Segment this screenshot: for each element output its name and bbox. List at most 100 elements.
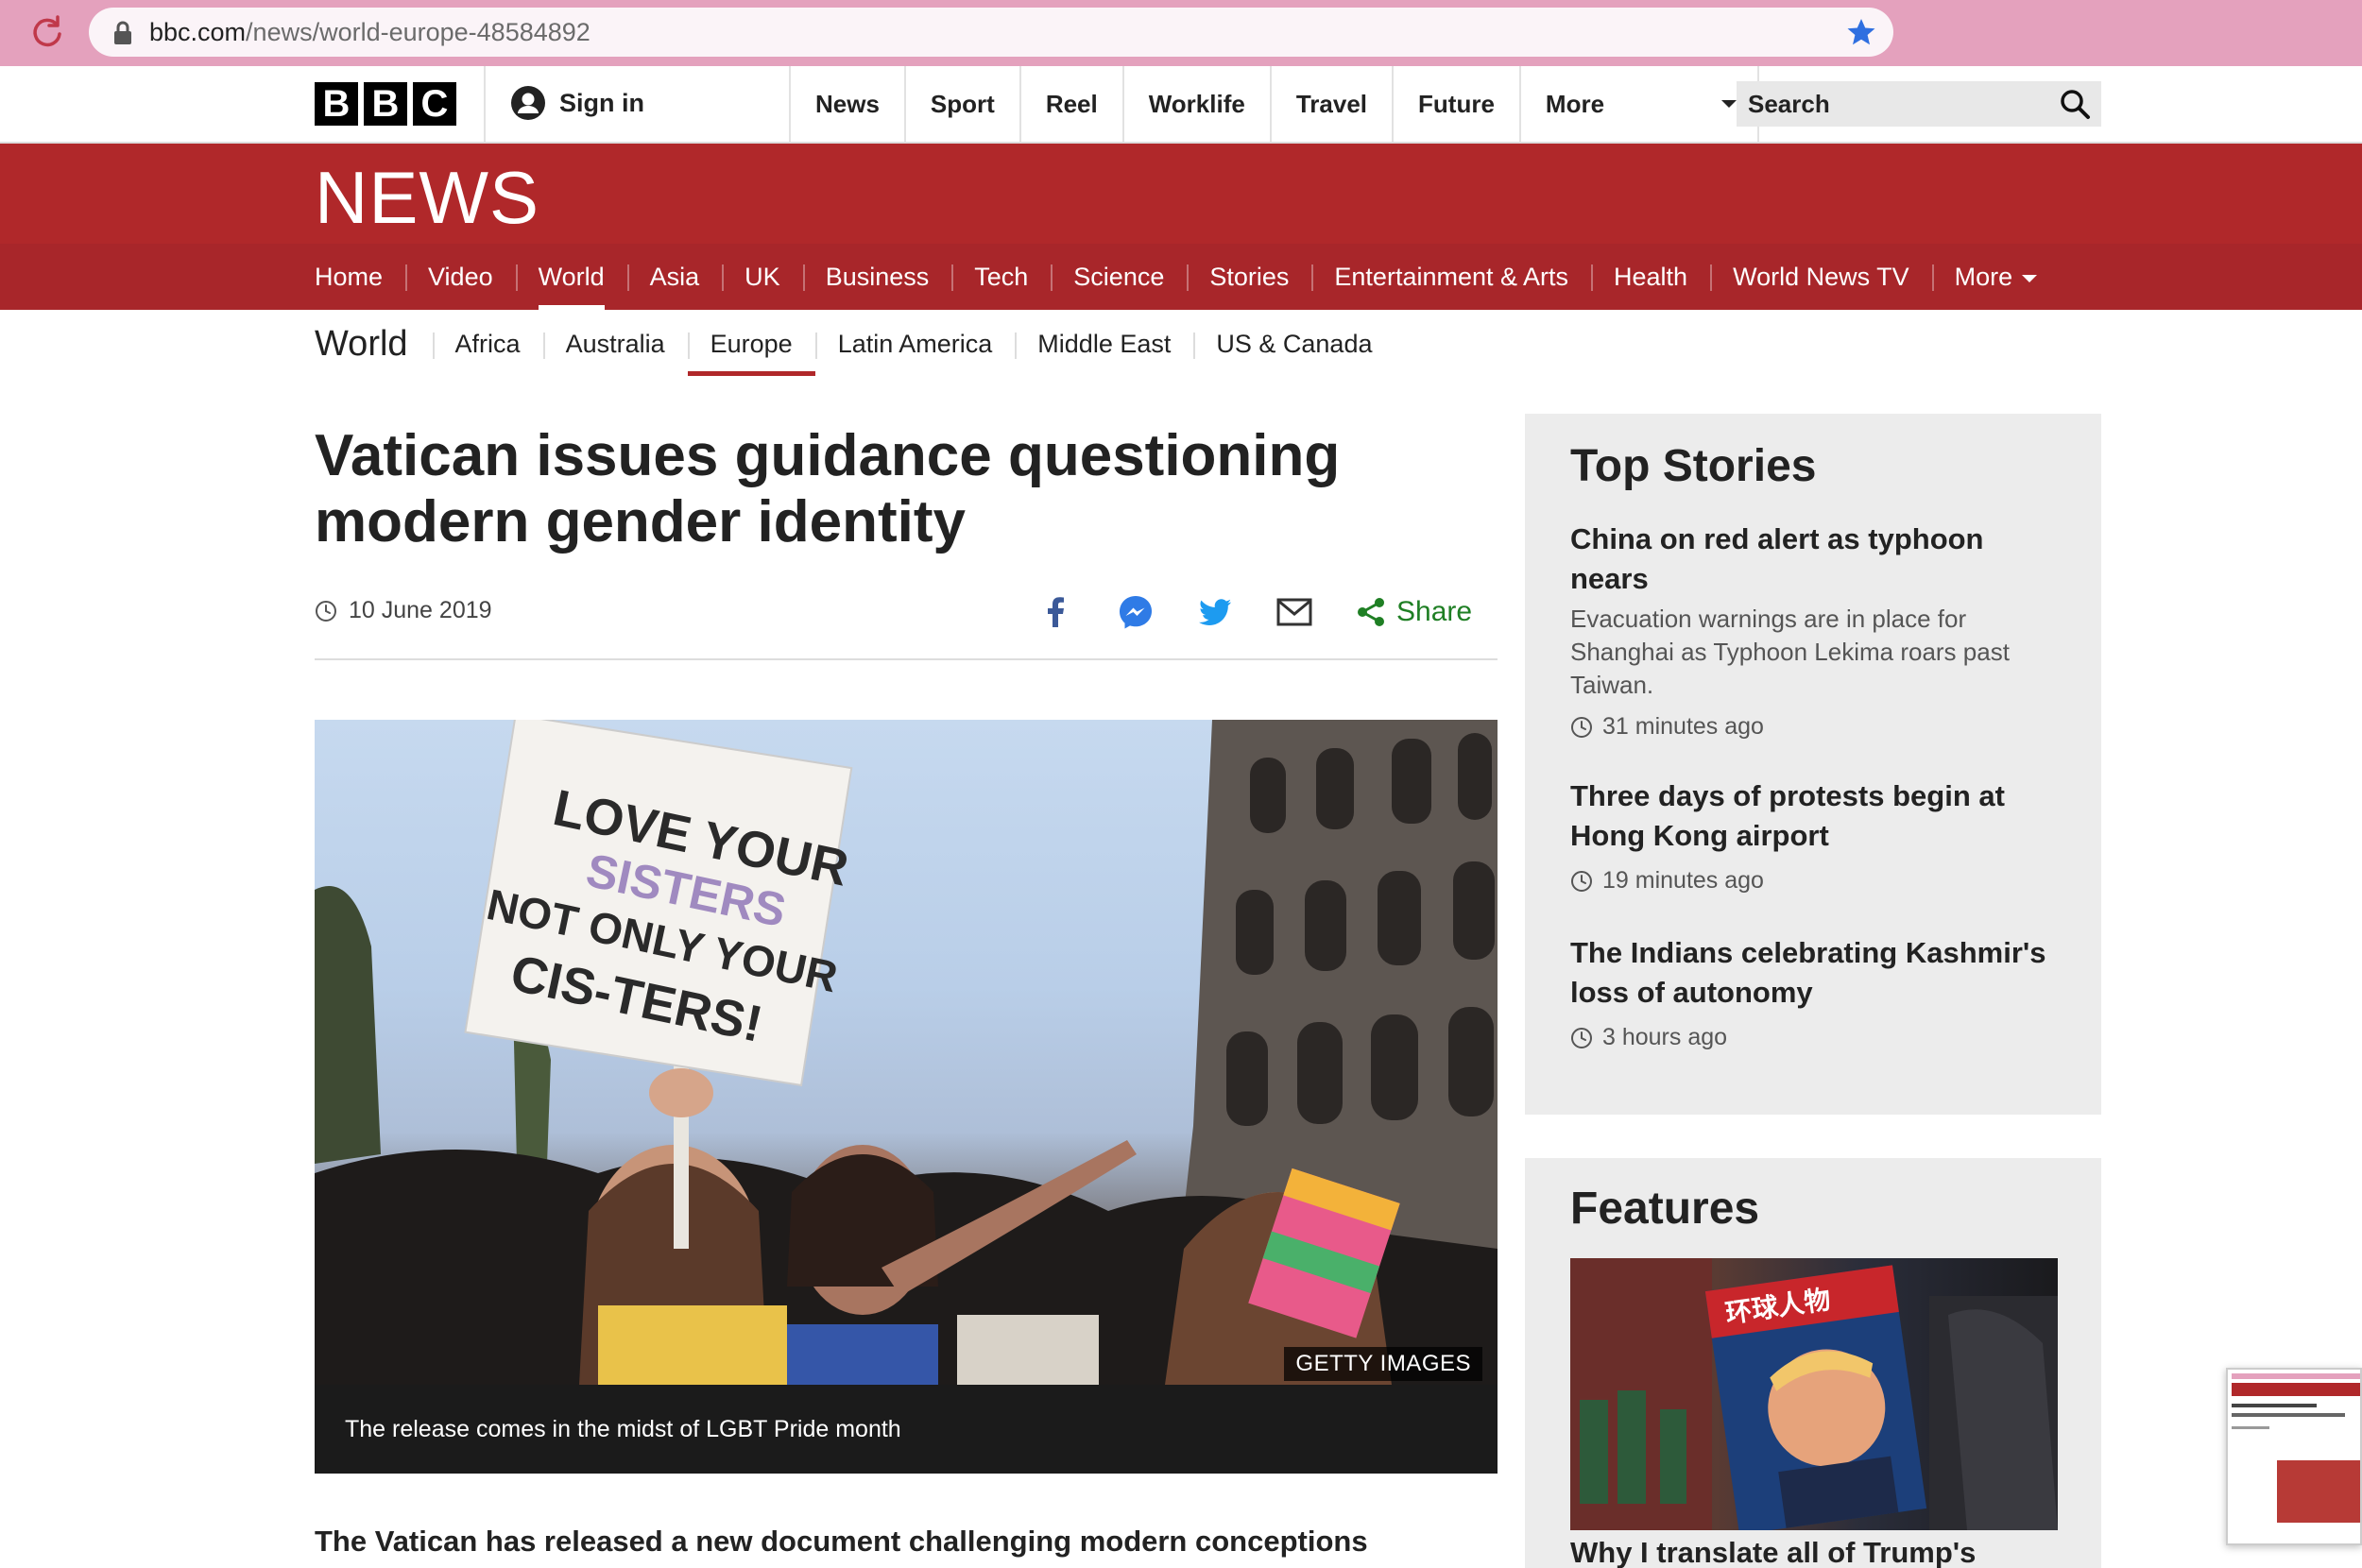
- subnav-us-canada[interactable]: US & Canada: [1193, 310, 1395, 378]
- top-story-time-text: 31 minutes ago: [1602, 713, 1764, 740]
- global-nav-news[interactable]: News: [789, 66, 904, 142]
- news-nav-asia[interactable]: Asia: [626, 244, 723, 310]
- news-nav-tech[interactable]: Tech: [951, 244, 1051, 310]
- article-date: 10 June 2019: [315, 597, 492, 624]
- news-nav-health[interactable]: Health: [1591, 244, 1710, 310]
- global-nav-more[interactable]: More: [1518, 66, 1759, 142]
- article-headline: Vatican issues guidance questioning mode…: [315, 423, 1341, 554]
- clock-icon: [1571, 870, 1592, 892]
- top-story[interactable]: The Indians celebrating Kashmir's loss o…: [1570, 933, 2062, 1051]
- global-nav-list: News Sport Reel Worklife Travel Future M…: [789, 66, 1759, 142]
- top-story[interactable]: Three days of protests begin at Hong Kon…: [1570, 776, 2062, 895]
- news-nav-home[interactable]: Home: [315, 244, 405, 310]
- subnav-middle-east[interactable]: Middle East: [1015, 310, 1193, 378]
- share-icon: [1358, 598, 1384, 626]
- top-story-summary: Evacuation warnings are in place for Sha…: [1570, 605, 2010, 699]
- global-nav-future[interactable]: Future: [1392, 66, 1519, 142]
- thumbnail-line: [2232, 1426, 2269, 1429]
- thumbnail-line: [2232, 1404, 2317, 1407]
- search-input[interactable]: [1737, 81, 2039, 127]
- top-story-time: 31 minutes ago: [1570, 713, 2062, 741]
- news-nav-science[interactable]: Science: [1051, 244, 1187, 310]
- pride-crowd-illustration: LOVE YOUR SISTERS NOT ONLY YOUR CIS-TERS…: [315, 720, 1498, 1385]
- screenshot-thumbnail[interactable]: [2226, 1368, 2362, 1545]
- url-host: bbc.com: [149, 18, 247, 46]
- browser-toolbar: bbc.com/news/world-europe-48584892: [0, 0, 2362, 66]
- bbc-global-nav: B B C Sign in News Sport Reel Worklife T…: [0, 66, 2362, 144]
- sign-in-label: Sign in: [559, 88, 644, 117]
- search-icon[interactable]: [2058, 87, 2092, 121]
- global-nav-worklife[interactable]: Worklife: [1121, 66, 1270, 142]
- bbc-logo-letter: B: [364, 82, 407, 126]
- news-nav-entertainment[interactable]: Entertainment & Arts: [1311, 244, 1591, 310]
- top-story-time: 19 minutes ago: [1570, 867, 2062, 895]
- top-story-title[interactable]: China on red alert as typhoon nears: [1570, 520, 2062, 599]
- section-title[interactable]: World: [315, 324, 433, 365]
- news-nav-stories[interactable]: Stories: [1187, 244, 1311, 310]
- news-logo[interactable]: NEWS: [315, 155, 539, 241]
- article-lead: The Vatican has released a new document …: [315, 1525, 1368, 1558]
- bookmark-star-icon[interactable]: [1846, 17, 1876, 47]
- news-nav-more[interactable]: More: [1931, 244, 2061, 310]
- divider: [484, 66, 486, 142]
- subnav-africa[interactable]: Africa: [432, 310, 543, 378]
- top-story-title[interactable]: The Indians celebrating Kashmir's loss o…: [1570, 933, 2062, 1013]
- url-text: bbc.com/news/world-europe-48584892: [149, 18, 590, 47]
- clock-icon: [1571, 716, 1592, 738]
- news-nav-uk[interactable]: UK: [722, 244, 803, 310]
- clock-icon: [316, 600, 336, 622]
- divider: [315, 658, 1498, 660]
- magazine-illustration: 环球人物: [1570, 1258, 2058, 1530]
- chevron-down-icon: [1720, 100, 1737, 108]
- share-tools: Share: [1037, 588, 1472, 637]
- news-nav-world[interactable]: World: [515, 244, 627, 310]
- search-box[interactable]: [1737, 81, 2101, 127]
- article-image: LOVE YOUR SISTERS NOT ONLY YOUR CIS-TERS…: [315, 720, 1498, 1385]
- top-story-time-text: 3 hours ago: [1602, 1024, 1728, 1050]
- top-story-title[interactable]: Three days of protests begin at Hong Kon…: [1570, 776, 2062, 856]
- chevron-down-icon: [2022, 274, 2038, 282]
- bbc-logo-letter: C: [413, 82, 456, 126]
- world-subnav: World Africa Australia Europe Latin Amer…: [315, 310, 1395, 378]
- news-nav-world-news-tv[interactable]: World News TV: [1710, 244, 1932, 310]
- global-nav-reel[interactable]: Reel: [1018, 66, 1122, 142]
- global-nav-travel[interactable]: Travel: [1269, 66, 1392, 142]
- url-path: /news/world-europe-48584892: [246, 18, 590, 46]
- subnav-europe[interactable]: Europe: [687, 310, 815, 378]
- feature-headline[interactable]: Why I translate all of Trump's: [1570, 1536, 1976, 1568]
- address-bar[interactable]: bbc.com/news/world-europe-48584892: [89, 8, 1893, 57]
- clock-icon: [1571, 1027, 1592, 1048]
- subnav-australia[interactable]: Australia: [542, 310, 688, 378]
- top-stories-panel: Top Stories China on red alert as typhoo…: [1525, 414, 2101, 1115]
- article-date-text: 10 June 2019: [349, 597, 492, 623]
- feature-image[interactable]: 环球人物: [1570, 1258, 2058, 1530]
- news-nav: Home Video World Asia UK Business Tech S…: [0, 244, 2362, 310]
- news-nav-business[interactable]: Business: [802, 244, 952, 310]
- sign-in-link[interactable]: Sign in: [510, 85, 644, 121]
- email-icon[interactable]: [1275, 593, 1313, 631]
- bbc-logo[interactable]: B B C: [315, 82, 456, 126]
- facebook-icon[interactable]: [1037, 593, 1075, 631]
- subnav-latin-america[interactable]: Latin America: [814, 310, 1016, 378]
- thumbnail-bar: [2232, 1373, 2360, 1379]
- lock-icon: [114, 21, 131, 44]
- news-nav-video[interactable]: Video: [405, 244, 516, 310]
- features-title: Features: [1570, 1184, 1760, 1234]
- top-story[interactable]: China on red alert as typhoon nears Evac…: [1570, 520, 2062, 741]
- user-icon: [511, 86, 545, 120]
- share-label: Share: [1396, 596, 1473, 627]
- top-stories-title: Top Stories: [1570, 441, 1817, 491]
- twitter-icon[interactable]: [1196, 593, 1234, 631]
- global-nav-sport[interactable]: Sport: [903, 66, 1019, 142]
- messenger-icon[interactable]: [1117, 593, 1155, 631]
- share-button[interactable]: Share: [1355, 596, 1472, 628]
- bbc-logo-letter: B: [315, 82, 358, 126]
- reload-icon[interactable]: [28, 13, 66, 51]
- thumbnail-image: [2277, 1460, 2360, 1523]
- image-caption: The release comes in the midst of LGBT P…: [315, 1385, 1498, 1474]
- news-nav-more-label: More: [1954, 263, 2013, 291]
- global-nav-more-label: More: [1545, 90, 1605, 118]
- image-credit: GETTY IMAGES: [1284, 1347, 1482, 1381]
- thumbnail-bar: [2232, 1383, 2360, 1396]
- features-panel: Features 环球人物 Why I translate all of Tru…: [1525, 1158, 2101, 1568]
